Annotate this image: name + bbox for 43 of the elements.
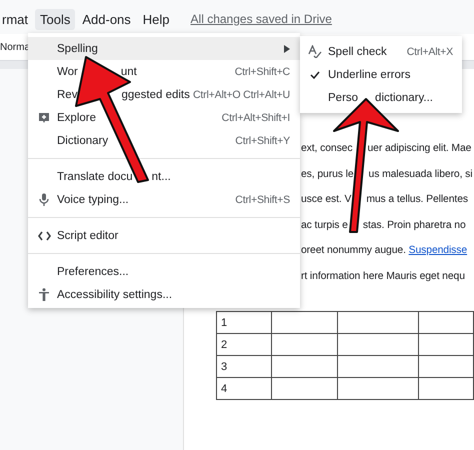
menu-item[interactable]: Perso dictionary...	[300, 86, 462, 109]
menu-tab[interactable]: Add-ons	[77, 8, 136, 30]
table-cell: 4	[216, 378, 272, 400]
paragraph-line: rt information here Mauris eget nequ	[301, 270, 466, 284]
menu-item[interactable]: Dictionary Ctrl+Shift+Y	[28, 129, 300, 152]
table-cell: 3	[216, 356, 272, 378]
submenu-arrow-icon	[284, 44, 290, 52]
menu-tab[interactable]: Tools	[35, 8, 76, 30]
table-cell: 1	[216, 312, 272, 334]
menu-item[interactable]: Wor unt Ctrl+Shift+C	[28, 60, 300, 83]
link[interactable]: Suspendisse	[408, 245, 468, 256]
menu-item[interactable]: Voice typing... Ctrl+Shift+S	[28, 188, 300, 211]
paragraph-line: es, purus le us malesuada libero, si	[301, 168, 474, 182]
menu-item[interactable]: Rev ggested edits Ctrl+Alt+O Ctrl+Alt+U	[28, 83, 300, 106]
table-cell	[418, 334, 474, 356]
menu-tab[interactable]: Help	[138, 8, 175, 30]
menu-item[interactable]: Spelling	[28, 37, 300, 60]
table-cell	[272, 334, 338, 356]
paragraph-line: oreet nonummy augue. Suspendisse	[301, 244, 468, 258]
microphone-icon	[38, 193, 50, 206]
menu-item[interactable]: Underline errors	[300, 63, 462, 86]
paragraph-line: ext, consec uer adipiscing elit. Mae	[301, 142, 472, 156]
paragraph-line: usce est. V mus a tellus. Pellentes	[301, 193, 469, 207]
table-cell	[272, 378, 338, 400]
paragraph-line: ac turpis e stas. Proin pharetra no	[301, 218, 467, 232]
menu-item[interactable]: Translate docu nt...	[28, 165, 300, 188]
spell-check-icon	[308, 45, 322, 58]
table-cell	[418, 312, 474, 334]
accessibility-icon	[38, 288, 50, 301]
menu-item[interactable]: Accessibility settings...	[28, 283, 300, 306]
menu-item[interactable]: Explore Ctrl+Alt+Shift+I	[28, 106, 300, 129]
table-cell	[418, 356, 474, 378]
menu-item[interactable]: Script editor	[28, 224, 300, 247]
menu-item[interactable]: Spell check Ctrl+Alt+X	[300, 40, 462, 63]
explore-icon	[38, 112, 50, 124]
table-cell	[272, 356, 338, 378]
table-cell	[418, 378, 474, 400]
code-icon	[38, 230, 51, 240]
menu-item[interactable]: Preferences...	[28, 260, 300, 283]
table-cell: 2	[216, 334, 272, 356]
table-cell	[272, 312, 338, 334]
menu-tab[interactable]: rmat	[0, 8, 33, 30]
save-status-link[interactable]: All changes saved in Drive	[190, 12, 332, 26]
